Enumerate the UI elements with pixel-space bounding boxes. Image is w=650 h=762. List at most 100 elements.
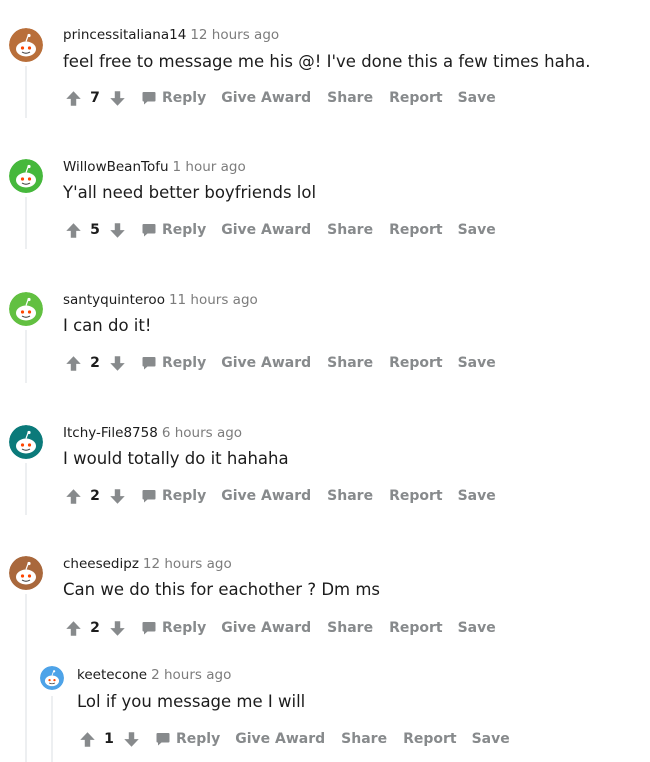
save-button[interactable]: Save (458, 90, 496, 106)
share-button[interactable]: Share (327, 222, 373, 238)
thread-line[interactable] (25, 66, 27, 118)
upvote-arrow-icon (65, 620, 81, 636)
upvote-button[interactable] (63, 220, 83, 240)
comment: Itchy-File8758 6 hours ago I would totall… (0, 396, 650, 528)
comment: santyquinteroo 11 hours ago I can do it! … (0, 263, 650, 396)
report-button[interactable]: Report (389, 222, 443, 238)
timestamp[interactable]: 6 hours ago (162, 425, 242, 441)
downvote-button[interactable] (107, 618, 127, 638)
give-award-button[interactable]: Give Award (221, 355, 311, 371)
upvote-button[interactable] (77, 729, 97, 749)
save-button[interactable]: Save (458, 620, 496, 636)
downvote-arrow-icon (123, 731, 139, 747)
username[interactable]: keetecone (77, 667, 147, 683)
reply-button[interactable]: Reply (141, 355, 206, 371)
username[interactable]: cheesedipz (63, 556, 139, 572)
reply-button[interactable]: Reply (155, 731, 220, 747)
upvote-button[interactable] (63, 353, 83, 373)
reply-label: Reply (162, 222, 207, 238)
timestamp[interactable]: 1 hour ago (173, 159, 246, 175)
comment-actions: 7 Reply Give Award Share Report Save (63, 86, 496, 110)
comment-bubble-icon (142, 224, 156, 237)
username[interactable]: princessitaliana14 (63, 27, 186, 43)
report-button[interactable]: Report (389, 90, 443, 106)
avatar[interactable] (9, 292, 43, 326)
timestamp[interactable]: 12 hours ago (143, 556, 232, 572)
comment: princessitaliana14 12 hours ago feel free… (0, 0, 650, 130)
downvote-button[interactable] (121, 729, 141, 749)
comment-meta: keetecone 2 hours ago (77, 667, 231, 683)
avatar[interactable] (9, 159, 43, 193)
upvote-arrow-icon (65, 90, 81, 106)
reply-label: Reply (162, 620, 207, 636)
give-award-button[interactable]: Give Award (221, 222, 311, 238)
avatar[interactable] (9, 425, 43, 459)
save-button[interactable]: Save (458, 355, 496, 371)
reply-button[interactable]: Reply (141, 222, 206, 238)
comment-body: feel free to message me his @! I've done… (63, 52, 591, 71)
downvote-button[interactable] (107, 353, 127, 373)
upvote-button[interactable] (63, 88, 83, 108)
share-button[interactable]: Share (327, 355, 373, 371)
timestamp[interactable]: 12 hours ago (190, 27, 279, 43)
reply-label: Reply (162, 90, 207, 106)
upvote-arrow-icon (79, 731, 95, 747)
downvote-button[interactable] (107, 88, 127, 108)
timestamp[interactable]: 11 hours ago (169, 292, 258, 308)
comment-body: Y'all need better boyfriends lol (63, 183, 317, 202)
report-button[interactable]: Report (389, 355, 443, 371)
upvote-button[interactable] (63, 618, 83, 638)
give-award-button[interactable]: Give Award (221, 488, 311, 504)
thread-line[interactable] (25, 197, 27, 249)
comment-body: I can do it! (63, 316, 152, 335)
comment-actions: 2 Reply Give Award Share Report Save (63, 484, 496, 508)
comment-meta: princessitaliana14 12 hours ago (63, 27, 279, 43)
give-award-button[interactable]: Give Award (235, 731, 325, 747)
give-award-button[interactable]: Give Award (221, 620, 311, 636)
username[interactable]: WillowBeanTofu (63, 159, 169, 175)
report-button[interactable]: Report (403, 731, 457, 747)
thread-line[interactable] (25, 330, 27, 383)
username[interactable]: santyquinteroo (63, 292, 165, 308)
avatar[interactable] (9, 556, 43, 590)
share-button[interactable]: Share (341, 731, 387, 747)
reply-button[interactable]: Reply (141, 90, 206, 106)
reply-button[interactable]: Reply (141, 488, 206, 504)
downvote-arrow-icon (109, 620, 125, 636)
reply-button[interactable]: Reply (141, 620, 206, 636)
vote-score: 2 (90, 488, 100, 504)
snoo-avatar-icon (9, 556, 43, 590)
avatar[interactable] (40, 666, 64, 690)
downvote-arrow-icon (109, 222, 125, 238)
avatar[interactable] (9, 28, 43, 62)
comment-meta: WillowBeanTofu 1 hour ago (63, 159, 246, 175)
timestamp[interactable]: 2 hours ago (151, 667, 231, 683)
vote-score: 2 (90, 620, 100, 636)
downvote-button[interactable] (107, 220, 127, 240)
save-button[interactable]: Save (458, 488, 496, 504)
comment-actions: 2 Reply Give Award Share Report Save (63, 351, 496, 375)
upvote-arrow-icon (65, 488, 81, 504)
share-button[interactable]: Share (327, 620, 373, 636)
comment: WillowBeanTofu 1 hour ago Y'all need bett… (0, 130, 650, 263)
give-award-button[interactable]: Give Award (221, 90, 311, 106)
snoo-avatar-icon (9, 28, 43, 62)
downvote-button[interactable] (107, 486, 127, 506)
report-button[interactable]: Report (389, 620, 443, 636)
thread-line[interactable] (25, 463, 27, 515)
comment-bubble-icon (142, 357, 156, 370)
upvote-button[interactable] (63, 486, 83, 506)
report-button[interactable]: Report (389, 488, 443, 504)
save-button[interactable]: Save (458, 222, 496, 238)
username[interactable]: Itchy-File8758 (63, 425, 158, 441)
save-button[interactable]: Save (472, 731, 510, 747)
comment-actions: 2 Reply Give Award Share Report Save (63, 616, 496, 640)
comment-meta: cheesedipz 12 hours ago (63, 556, 232, 572)
downvote-arrow-icon (109, 488, 125, 504)
thread-line[interactable] (51, 696, 53, 762)
share-button[interactable]: Share (327, 90, 373, 106)
comment: cheesedipz 12 hours ago Can we do this fo… (0, 528, 650, 762)
nested-reply: keetecone 2 hours ago Lol if you message … (0, 658, 650, 762)
comment-body: Lol if you message me I will (77, 692, 306, 711)
share-button[interactable]: Share (327, 488, 373, 504)
